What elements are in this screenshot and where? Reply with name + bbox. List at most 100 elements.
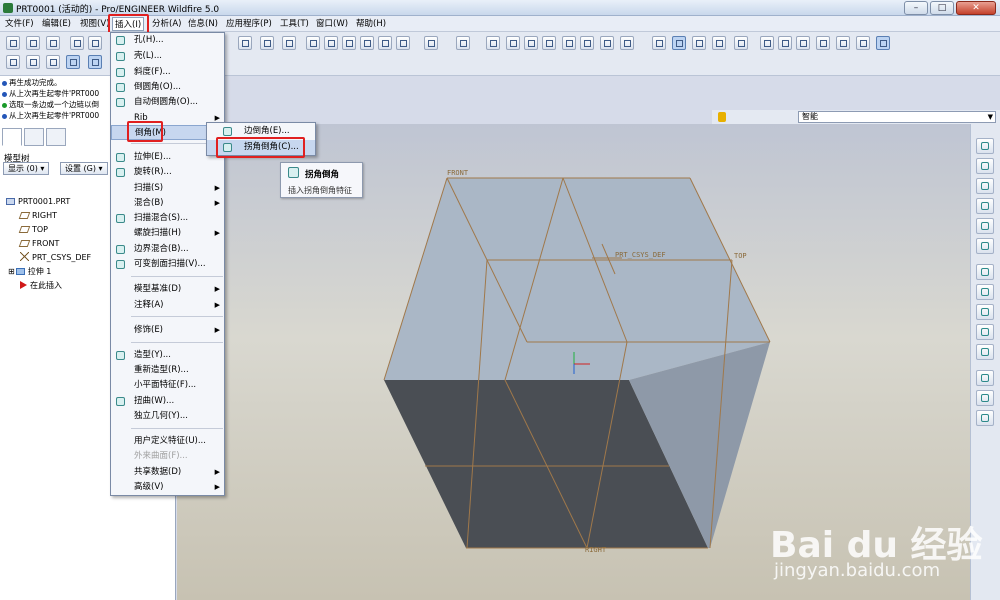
menu-item-model-datum[interactable]: 模型基准(D) ▶ — [111, 282, 224, 297]
paste-button[interactable] — [524, 36, 538, 50]
view-solid-button[interactable] — [66, 55, 80, 69]
open-file-button[interactable] — [324, 36, 338, 50]
tool-c-button[interactable] — [282, 36, 296, 50]
save-button[interactable] — [342, 36, 356, 50]
reorient-button[interactable] — [816, 36, 830, 50]
maximize-button[interactable]: □ — [930, 1, 954, 15]
revolve-tool-button[interactable] — [976, 284, 994, 300]
menu-item-independent-geometry[interactable]: 独立几何(Y)... — [111, 409, 224, 424]
expand-icon[interactable]: ⊞ — [8, 267, 15, 276]
minimize-button[interactable]: – — [904, 1, 928, 15]
datum-display-button[interactable] — [652, 36, 666, 50]
regenerate-button[interactable] — [562, 36, 576, 50]
tab-folder-browser[interactable] — [24, 128, 44, 146]
tool-a-button[interactable] — [238, 36, 252, 50]
saved-views-button[interactable] — [836, 36, 850, 50]
sweep-tool-button[interactable] — [976, 304, 994, 320]
view-box-button[interactable] — [6, 55, 20, 69]
menu-item-boundary-blend[interactable]: 边界混合(B)... — [111, 242, 224, 257]
menu-help[interactable]: 帮助(H) — [354, 17, 388, 31]
tree-item-top[interactable]: TOP — [18, 224, 48, 236]
email-link-button[interactable] — [396, 36, 410, 50]
copy-button[interactable] — [506, 36, 520, 50]
redo-button[interactable] — [456, 36, 470, 50]
cut-button[interactable] — [486, 36, 500, 50]
print-button[interactable] — [360, 36, 374, 50]
menu-item-draft[interactable]: 斜度(F)... — [111, 65, 224, 80]
round-tool-button[interactable] — [976, 218, 994, 234]
tool-b-button[interactable] — [260, 36, 274, 50]
zoom-out-button[interactable] — [778, 36, 792, 50]
menu-item-revolve[interactable]: 旋转(R)... — [111, 165, 224, 180]
plane-button[interactable] — [88, 36, 102, 50]
menu-item-cosmetic[interactable]: 修饰(E) ▶ — [111, 323, 224, 338]
appearance-button[interactable] — [734, 36, 748, 50]
menu-item-facet-feature[interactable]: 小平面特征(F)... — [111, 378, 224, 393]
view-shade-button[interactable] — [46, 55, 60, 69]
show-dropdown[interactable]: 显示 (0) ▾ — [3, 162, 50, 175]
paste-special-button[interactable] — [542, 36, 556, 50]
menu-item-restyle[interactable]: 重新造型(R)... — [111, 363, 224, 378]
tree-item-part[interactable]: PRT0001.PRT — [6, 196, 70, 208]
rib-tool-button[interactable] — [976, 178, 994, 194]
blend-tool-button[interactable] — [976, 324, 994, 340]
trim-tool-button[interactable] — [976, 410, 994, 426]
view-wire-button[interactable] — [88, 55, 102, 69]
point-display-button[interactable] — [692, 36, 706, 50]
menu-item-shared-data[interactable]: 共享数据(D) ▶ — [111, 465, 224, 480]
menu-tools[interactable]: 工具(T) — [278, 17, 311, 31]
tree-item-extrude[interactable]: ⊞ 拉伸 1 — [8, 266, 51, 278]
menu-applications[interactable]: 应用程序(P) — [224, 17, 274, 31]
view-cube-button[interactable] — [26, 55, 40, 69]
tree-item-insert-here[interactable]: 在此插入 — [20, 280, 62, 292]
layers-button[interactable] — [856, 36, 870, 50]
menu-item-style[interactable]: 造型(Y)... — [111, 348, 224, 363]
tree-item-right[interactable]: RIGHT — [18, 210, 57, 222]
menu-item-round[interactable]: 倒圆角(O)... — [111, 80, 224, 95]
menu-item-shell[interactable]: 壳(L)... — [111, 49, 224, 64]
check-button[interactable] — [26, 36, 40, 50]
zoom-in-button[interactable] — [760, 36, 774, 50]
merge-tool-button[interactable] — [976, 390, 994, 406]
menu-file[interactable]: 文件(F) — [3, 17, 36, 31]
axis-display-button[interactable] — [672, 36, 686, 50]
settings-dropdown[interactable]: 设置 (G) ▾ — [60, 162, 108, 175]
menu-item-user-defined-feature[interactable]: 用户定义特征(U)... — [111, 434, 224, 449]
menu-item-sweep[interactable]: 扫描(S) ▶ — [111, 181, 224, 196]
undo-button[interactable] — [424, 36, 438, 50]
select-dropdown-button[interactable] — [620, 36, 634, 50]
extrude-tool-button[interactable] — [976, 264, 994, 280]
mirror-tool-button[interactable] — [976, 370, 994, 386]
selection-filter[interactable]: 智能 ▼ — [798, 111, 996, 123]
find-button[interactable] — [580, 36, 594, 50]
menu-item-auto-round[interactable]: 自动倒圆角(O)... — [111, 95, 224, 110]
menu-info[interactable]: 信息(N) — [186, 17, 220, 31]
menu-view[interactable]: 视图(V) — [78, 17, 111, 31]
menu-item-edge-chamfer[interactable]: 边倒角(E)... — [207, 124, 315, 139]
menu-item-corner-chamfer[interactable]: 拐角倒角(C)... — [207, 140, 315, 155]
menu-insert[interactable]: 插入(I) — [112, 17, 145, 31]
draft-tool-button[interactable] — [976, 198, 994, 214]
new-window-button[interactable] — [6, 36, 20, 50]
tab-favorites[interactable] — [46, 128, 66, 146]
close-button[interactable]: ✕ — [956, 1, 996, 15]
csys-display-button[interactable] — [712, 36, 726, 50]
close-window-button[interactable] — [46, 36, 60, 50]
menu-item-warp[interactable]: 扭曲(W)... — [111, 394, 224, 409]
menu-item-advanced[interactable]: 高级(V) ▶ — [111, 480, 224, 495]
tree-item-csys[interactable]: PRT_CSYS_DEF — [20, 252, 91, 264]
style-tool-button[interactable] — [976, 344, 994, 360]
display-style-button[interactable] — [876, 36, 890, 50]
menu-item-blend[interactable]: 混合(B) ▶ — [111, 196, 224, 211]
select-box-button[interactable] — [600, 36, 614, 50]
new-file-button[interactable] — [306, 36, 320, 50]
email-button[interactable] — [378, 36, 392, 50]
menu-item-helical-sweep[interactable]: 螺旋扫描(H) ▶ — [111, 226, 224, 241]
tree-item-front[interactable]: FRONT — [18, 238, 59, 250]
menu-item-annotation[interactable]: 注释(A) ▶ — [111, 298, 224, 313]
shell-tool-button[interactable] — [976, 158, 994, 174]
menu-window[interactable]: 窗口(W) — [314, 17, 350, 31]
menu-item-variable-section-sweep[interactable]: 可变剖面扫描(V)... — [111, 257, 224, 272]
hole-tool-button[interactable] — [976, 138, 994, 154]
sketch-button[interactable] — [70, 36, 84, 50]
